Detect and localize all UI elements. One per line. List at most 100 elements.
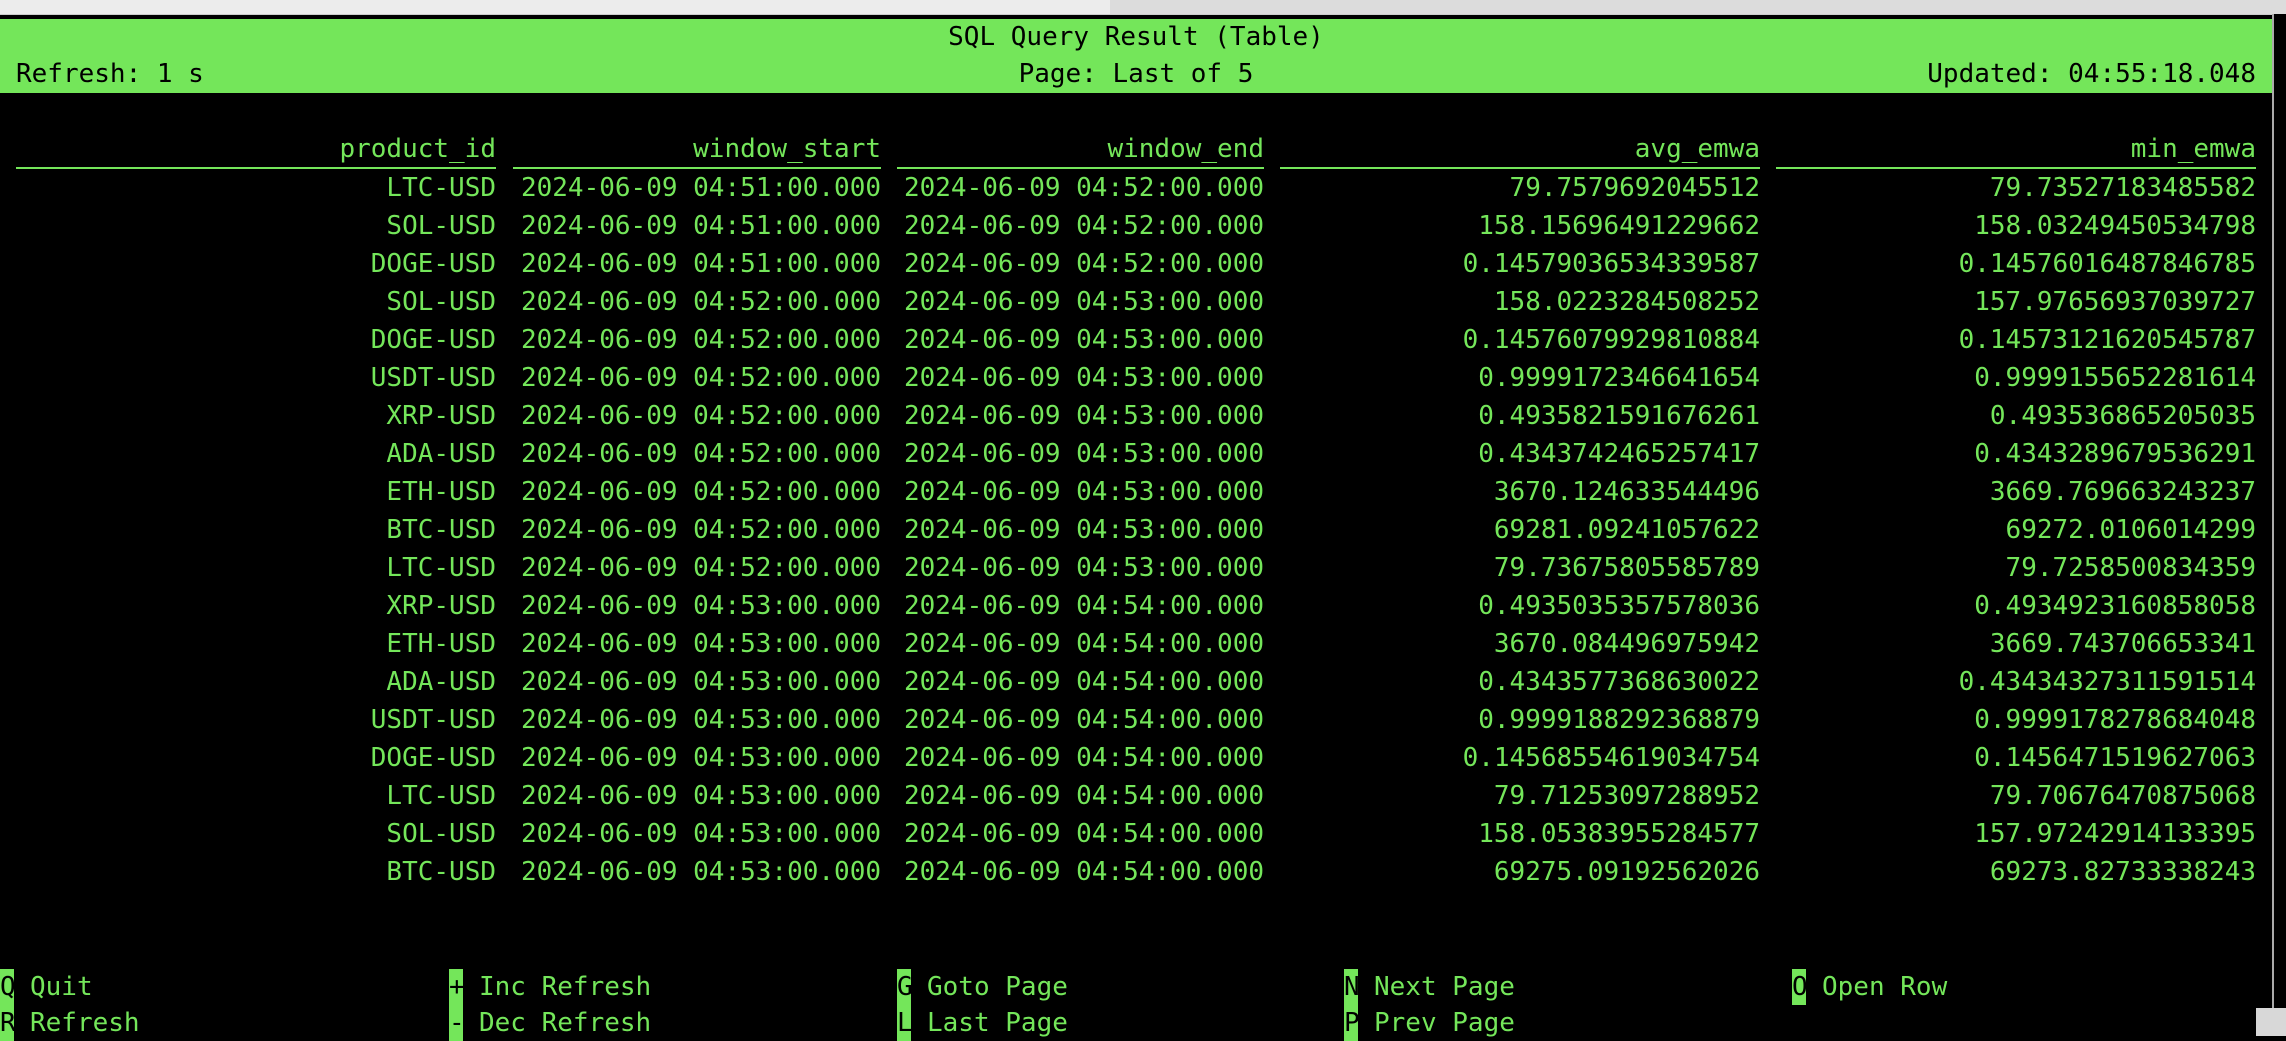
cell-avg-emwa: 79.7579692045512 bbox=[1509, 173, 1760, 203]
page-title: SQL Query Result (Table) bbox=[948, 22, 1324, 52]
shortcut-open-row[interactable]: O Open Row bbox=[1792, 969, 1947, 1005]
cell-window-start: 2024-06-09 04:52:00.000 bbox=[520, 477, 881, 507]
cell-product-id: XRP-USD bbox=[386, 591, 496, 621]
cell-avg-emwa: 0.4935035357578036 bbox=[1478, 591, 1760, 621]
cell-window-start: 2024-06-09 04:52:00.000 bbox=[520, 439, 881, 469]
titlebar-tab-area bbox=[1110, 0, 2286, 14]
table-row[interactable]: LTC-USD 2024-06-09 04:51:00.000 2024-06-09… bbox=[0, 169, 2272, 207]
table-row[interactable]: USDT-USD 2024-06-09 04:52:00.000 2024-06-0… bbox=[0, 359, 2272, 397]
cell-window-end: 2024-06-09 04:52:00.000 bbox=[903, 173, 1264, 203]
cell-avg-emwa: 0.14568554619034754 bbox=[1462, 743, 1760, 773]
table-row[interactable]: ETH-USD 2024-06-09 04:52:00.000 2024-06-09… bbox=[0, 473, 2272, 511]
table-row[interactable]: DOGE-USD 2024-06-09 04:53:00.000 2024-06-0… bbox=[0, 739, 2272, 777]
cell-min-emwa: 79.73527183485582 bbox=[1989, 173, 2256, 203]
cell-min-emwa: 157.97242914133395 bbox=[1974, 819, 2256, 849]
table-row[interactable]: USDT-USD 2024-06-09 04:53:00.000 2024-06-0… bbox=[0, 701, 2272, 739]
cell-min-emwa: 79.70676470875068 bbox=[1989, 781, 2256, 811]
table-row[interactable]: DOGE-USD 2024-06-09 04:51:00.000 2024-06-0… bbox=[0, 245, 2272, 283]
cell-avg-emwa: 3670.084496975942 bbox=[1493, 629, 1760, 659]
cell-avg-emwa: 0.14576079929810884 bbox=[1462, 325, 1760, 355]
cell-product-id: DOGE-USD bbox=[370, 325, 496, 355]
cell-window-start: 2024-06-09 04:53:00.000 bbox=[520, 591, 881, 621]
cell-min-emwa: 157.97656937039727 bbox=[1974, 287, 2256, 317]
shortcut-key: N bbox=[1344, 969, 1360, 1005]
cell-product-id: DOGE-USD bbox=[370, 249, 496, 279]
cell-window-end: 2024-06-09 04:53:00.000 bbox=[903, 553, 1264, 583]
shortcut-label: Refresh bbox=[30, 1008, 140, 1038]
table-row[interactable]: SOL-USD 2024-06-09 04:51:00.000 2024-06-09… bbox=[0, 207, 2272, 245]
cell-window-end: 2024-06-09 04:54:00.000 bbox=[903, 629, 1264, 659]
cell-window-end: 2024-06-09 04:54:00.000 bbox=[903, 667, 1264, 697]
shortcut-inc-refresh[interactable]: + Inc Refresh bbox=[449, 969, 651, 1005]
window-corner bbox=[2256, 1008, 2286, 1036]
cell-min-emwa: 3669.769663243237 bbox=[1989, 477, 2256, 507]
table-row[interactable]: DOGE-USD 2024-06-09 04:52:00.000 2024-06-0… bbox=[0, 321, 2272, 359]
cell-window-end: 2024-06-09 04:54:00.000 bbox=[903, 591, 1264, 621]
cell-window-start: 2024-06-09 04:53:00.000 bbox=[520, 743, 881, 773]
table-row[interactable]: BTC-USD 2024-06-09 04:53:00.000 2024-06-09… bbox=[0, 853, 2272, 891]
table-row[interactable]: ETH-USD 2024-06-09 04:53:00.000 2024-06-09… bbox=[0, 625, 2272, 663]
cell-window-end: 2024-06-09 04:54:00.000 bbox=[903, 743, 1264, 773]
shortcut-label: Next Page bbox=[1374, 972, 1515, 1002]
cell-window-end: 2024-06-09 04:53:00.000 bbox=[903, 515, 1264, 545]
table-row[interactable]: SOL-USD 2024-06-09 04:53:00.000 2024-06-09… bbox=[0, 815, 2272, 853]
shortcut-label: Quit bbox=[30, 972, 93, 1002]
cell-product-id: USDT-USD bbox=[370, 363, 496, 393]
cell-window-start: 2024-06-09 04:53:00.000 bbox=[520, 667, 881, 697]
shortcut-next-page[interactable]: N Next Page bbox=[1344, 969, 1515, 1005]
cell-min-emwa: 79.7258500834359 bbox=[2005, 553, 2256, 583]
window-titlebar bbox=[0, 0, 2286, 15]
cell-min-emwa: 3669.743706653341 bbox=[1989, 629, 2256, 659]
shortcut-key: G bbox=[897, 969, 913, 1005]
cell-window-end: 2024-06-09 04:54:00.000 bbox=[903, 819, 1264, 849]
cell-window-start: 2024-06-09 04:53:00.000 bbox=[520, 629, 881, 659]
cell-window-start: 2024-06-09 04:51:00.000 bbox=[520, 173, 881, 203]
table-row[interactable]: LTC-USD 2024-06-09 04:53:00.000 2024-06-09… bbox=[0, 777, 2272, 815]
scrollbar[interactable] bbox=[2272, 14, 2286, 1036]
cell-window-end: 2024-06-09 04:53:00.000 bbox=[903, 439, 1264, 469]
updated-timestamp: Updated: 04:55:18.048 bbox=[1927, 59, 2256, 89]
cell-avg-emwa: 69281.09241057622 bbox=[1493, 515, 1760, 545]
cell-avg-emwa: 158.0223284508252 bbox=[1493, 287, 1760, 317]
table-row[interactable]: SOL-USD 2024-06-09 04:52:00.000 2024-06-09… bbox=[0, 283, 2272, 321]
shortcut-label: Dec Refresh bbox=[479, 1008, 652, 1038]
shortcut-goto-page[interactable]: G Goto Page bbox=[897, 969, 1068, 1005]
table-row[interactable]: LTC-USD 2024-06-09 04:52:00.000 2024-06-09… bbox=[0, 549, 2272, 587]
column-header-window-end: window_end bbox=[897, 131, 1264, 169]
cell-product-id: USDT-USD bbox=[370, 705, 496, 735]
cell-window-start: 2024-06-09 04:52:00.000 bbox=[520, 553, 881, 583]
cell-min-emwa: 69273.82733338243 bbox=[1989, 857, 2256, 887]
cell-window-end: 2024-06-09 04:52:00.000 bbox=[903, 211, 1264, 241]
cell-window-start: 2024-06-09 04:52:00.000 bbox=[520, 325, 881, 355]
cell-window-start: 2024-06-09 04:51:00.000 bbox=[520, 249, 881, 279]
shortcut-label: Inc Refresh bbox=[479, 972, 652, 1002]
table-row[interactable]: XRP-USD 2024-06-09 04:52:00.000 2024-06-09… bbox=[0, 397, 2272, 435]
table-row[interactable]: XRP-USD 2024-06-09 04:53:00.000 2024-06-09… bbox=[0, 587, 2272, 625]
shortcut-quit[interactable]: Q Quit bbox=[0, 969, 93, 1005]
cell-window-end: 2024-06-09 04:54:00.000 bbox=[903, 857, 1264, 887]
cell-product-id: ADA-USD bbox=[386, 439, 496, 469]
table-row[interactable]: BTC-USD 2024-06-09 04:52:00.000 2024-06-09… bbox=[0, 511, 2272, 549]
cell-product-id: SOL-USD bbox=[386, 287, 496, 317]
table-row[interactable]: ADA-USD 2024-06-09 04:53:00.000 2024-06-09… bbox=[0, 663, 2272, 701]
shortcut-label: Prev Page bbox=[1374, 1008, 1515, 1038]
cell-window-start: 2024-06-09 04:52:00.000 bbox=[520, 515, 881, 545]
cell-avg-emwa: 158.15696491229662 bbox=[1478, 211, 1760, 241]
cell-window-start: 2024-06-09 04:52:00.000 bbox=[520, 401, 881, 431]
cell-min-emwa: 0.14576016487846785 bbox=[1958, 249, 2256, 279]
cell-min-emwa: 0.9999155652281614 bbox=[1974, 363, 2256, 393]
cell-min-emwa: 0.14573121620545787 bbox=[1958, 325, 2256, 355]
cell-window-end: 2024-06-09 04:53:00.000 bbox=[903, 401, 1264, 431]
cell-product-id: SOL-USD bbox=[386, 819, 496, 849]
cell-min-emwa: 0.4934923160858058 bbox=[1974, 591, 2256, 621]
shortcut-label: Last Page bbox=[927, 1008, 1068, 1038]
cell-avg-emwa: 0.4343577368630022 bbox=[1478, 667, 1760, 697]
result-header: SQL Query Result (Table) Refresh: 1 s Pa… bbox=[0, 19, 2272, 93]
cell-avg-emwa: 79.73675805585789 bbox=[1493, 553, 1760, 583]
shortcut-key: O bbox=[1792, 969, 1808, 1005]
table-row[interactable]: ADA-USD 2024-06-09 04:52:00.000 2024-06-09… bbox=[0, 435, 2272, 473]
column-header-min-emwa: min_emwa bbox=[1776, 131, 2256, 169]
cell-min-emwa: 69272.0106014299 bbox=[2005, 515, 2256, 545]
cell-window-end: 2024-06-09 04:53:00.000 bbox=[903, 325, 1264, 355]
cell-window-end: 2024-06-09 04:52:00.000 bbox=[903, 249, 1264, 279]
